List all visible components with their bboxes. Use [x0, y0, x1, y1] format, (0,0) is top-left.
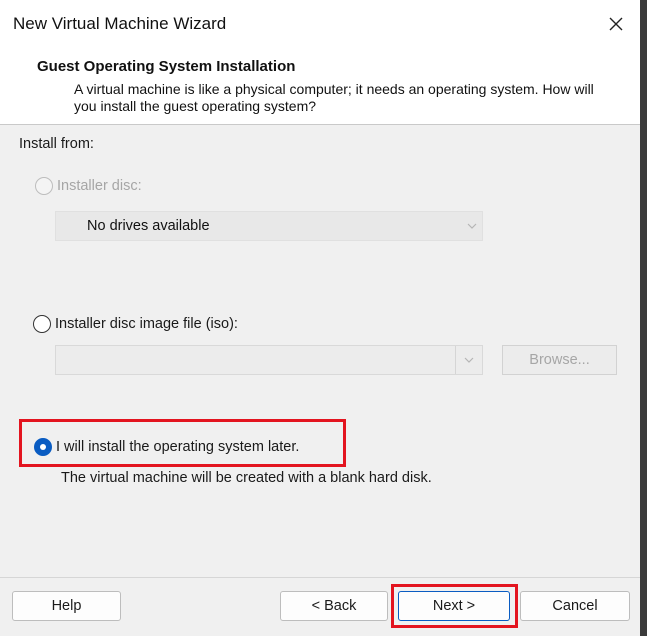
- radio-installer-disc[interactable]: Installer disc:: [35, 177, 142, 195]
- radio-install-later[interactable]: I will install the operating system late…: [34, 438, 299, 456]
- title-bar: New Virtual Machine Wizard: [0, 0, 640, 48]
- iso-path-combo[interactable]: [55, 345, 483, 375]
- radio-iso-image-label: Installer disc image file (iso):: [55, 316, 238, 332]
- browse-button[interactable]: Browse...: [502, 345, 617, 375]
- background-window-edge: [640, 0, 647, 636]
- disc-drive-dropdown[interactable]: No drives available: [55, 211, 483, 241]
- radio-button[interactable]: [33, 315, 51, 333]
- header-description: A virtual machine is like a physical com…: [74, 81, 594, 114]
- wizard-header: Guest Operating System Installation A vi…: [0, 48, 640, 125]
- wizard-window: New Virtual Machine Wizard Guest Operati…: [0, 0, 641, 636]
- radio-installer-disc-label: Installer disc:: [57, 178, 142, 194]
- disc-drive-value: No drives available: [87, 218, 210, 234]
- close-button[interactable]: [596, 6, 636, 42]
- install-later-hint: The virtual machine will be created with…: [61, 470, 432, 486]
- radio-iso-image[interactable]: Installer disc image file (iso):: [33, 315, 238, 333]
- footer-divider: [0, 577, 640, 578]
- chevron-down-icon: [462, 220, 482, 232]
- help-button[interactable]: Help: [12, 591, 121, 621]
- header-title: Guest Operating System Installation: [37, 58, 296, 75]
- next-button[interactable]: Next >: [398, 591, 510, 621]
- close-icon: [609, 17, 623, 31]
- window-title: New Virtual Machine Wizard: [13, 14, 227, 33]
- radio-button-checked[interactable]: [34, 438, 52, 456]
- radio-button[interactable]: [35, 177, 53, 195]
- back-button[interactable]: < Back: [280, 591, 388, 621]
- install-from-label: Install from:: [19, 136, 94, 152]
- chevron-down-icon[interactable]: [455, 346, 482, 374]
- cancel-button[interactable]: Cancel: [520, 591, 630, 621]
- radio-install-later-label: I will install the operating system late…: [56, 439, 300, 455]
